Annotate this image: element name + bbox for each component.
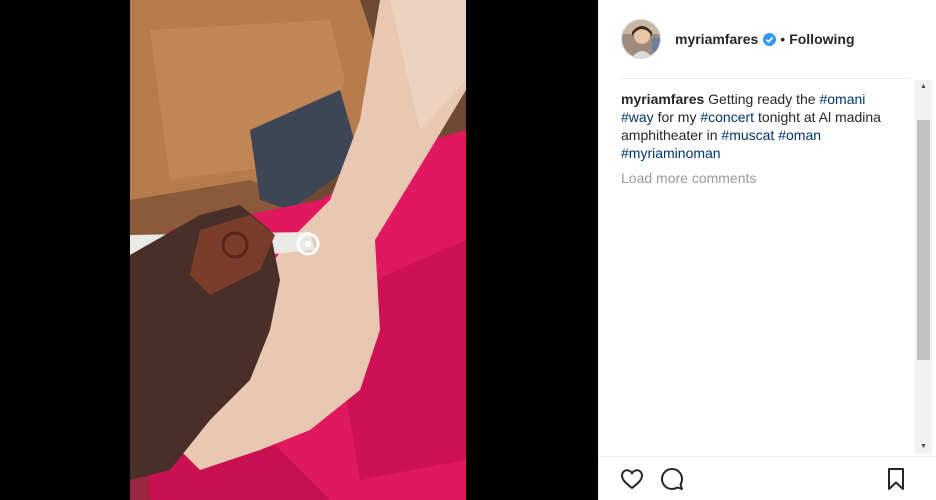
verified-badge-icon — [763, 32, 777, 46]
hashtag-oman[interactable]: #oman — [778, 127, 821, 143]
post-header: myriamfares • Following — [599, 0, 936, 78]
post-caption: myriamfares Getting ready the #omani #wa… — [621, 90, 901, 162]
comment-button[interactable] — [660, 467, 684, 491]
hashtag-myriaminoman[interactable]: #myriaminoman — [621, 145, 721, 161]
load-more-comments-button[interactable]: Load more comments — [621, 170, 917, 186]
separator-dot: • — [780, 31, 786, 47]
avatar-image — [622, 20, 660, 58]
hashtag-muscat[interactable]: #muscat — [721, 127, 774, 143]
save-button[interactable] — [884, 467, 908, 491]
scroll-down-arrow[interactable]: ▼ — [915, 440, 932, 454]
comments-scrollbar[interactable]: ▲ ▼ — [915, 80, 932, 454]
following-button[interactable]: Following — [789, 31, 854, 47]
post-dialog: myriamfares • Following myriamfares Gett… — [0, 0, 936, 500]
scroll-thumb[interactable] — [917, 120, 930, 360]
media-area — [0, 0, 598, 500]
hashtag-concert[interactable]: #concert — [700, 109, 754, 125]
comments-section: myriamfares Getting ready the #omani #wa… — [621, 90, 917, 452]
avatar[interactable] — [621, 19, 661, 59]
caption-text: Getting ready the — [704, 91, 820, 107]
scroll-up-arrow[interactable]: ▲ — [915, 80, 932, 94]
action-bar — [598, 456, 936, 500]
heart-icon — [620, 469, 644, 490]
hashtag-way[interactable]: #way — [621, 109, 654, 125]
hashtag-omani[interactable]: #omani — [819, 91, 865, 107]
side-panel: myriamfares • Following myriamfares Gett… — [598, 0, 936, 500]
caption-username[interactable]: myriamfares — [621, 91, 704, 107]
header-divider — [621, 78, 911, 79]
post-video[interactable] — [130, 0, 466, 500]
like-button[interactable] — [620, 467, 644, 491]
video-frame — [130, 0, 466, 500]
speech-bubble-icon — [661, 468, 683, 490]
bookmark-icon — [888, 468, 904, 490]
caption-text: for my — [653, 109, 701, 125]
header-username[interactable]: myriamfares — [675, 31, 758, 47]
